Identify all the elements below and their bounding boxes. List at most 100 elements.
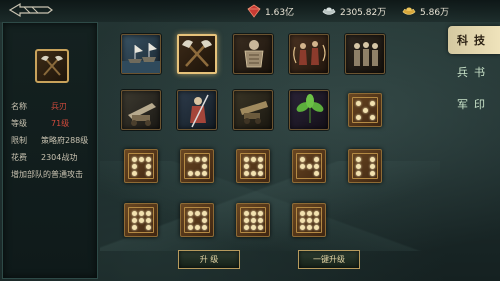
tech-locked-2[interactable] bbox=[124, 149, 158, 183]
pattern-dot bbox=[202, 171, 207, 176]
pattern-dot bbox=[258, 164, 263, 169]
tech-herb[interactable] bbox=[289, 90, 329, 130]
gold-ingot-icon bbox=[402, 4, 416, 18]
pattern-dot bbox=[307, 164, 312, 169]
pattern-dot bbox=[258, 211, 263, 216]
pattern-dot bbox=[258, 218, 263, 223]
pattern-dot bbox=[251, 225, 256, 230]
upgrade-button[interactable]: 升 级 bbox=[178, 250, 240, 269]
pattern-dot bbox=[356, 171, 361, 176]
pattern-dot bbox=[146, 171, 151, 176]
tech-locked-8[interactable] bbox=[180, 203, 214, 237]
tech-cannon[interactable] bbox=[233, 90, 273, 130]
tech-locked-4[interactable] bbox=[236, 149, 270, 183]
pattern-dot bbox=[300, 157, 305, 162]
pattern-dot bbox=[300, 218, 305, 223]
pattern-dot bbox=[132, 218, 137, 223]
tech-locked-5[interactable] bbox=[292, 149, 326, 183]
pattern-dot bbox=[356, 115, 361, 120]
warrior-icon bbox=[190, 94, 209, 128]
tech-armor[interactable] bbox=[233, 34, 273, 74]
pattern-dot bbox=[251, 171, 256, 176]
level-value: 71级 bbox=[51, 119, 70, 128]
pattern-dot bbox=[188, 164, 193, 169]
pattern-dot bbox=[132, 157, 137, 162]
crossed-axes-icon bbox=[41, 55, 63, 76]
tab-tech[interactable]: 科技 bbox=[448, 26, 500, 54]
pattern-dot bbox=[363, 157, 368, 162]
pattern-dot bbox=[139, 171, 144, 176]
tech-fleet[interactable] bbox=[121, 34, 161, 74]
lock-pattern-icon bbox=[244, 157, 263, 176]
pattern-dot bbox=[188, 157, 193, 162]
tech-locked-7[interactable] bbox=[124, 203, 158, 237]
pattern-dot bbox=[314, 225, 319, 230]
ballista-icon bbox=[128, 103, 156, 126]
tech-axes[interactable] bbox=[177, 34, 217, 74]
lock-pattern-icon bbox=[132, 211, 151, 230]
tech-locked-10[interactable] bbox=[292, 203, 326, 237]
pattern-dot bbox=[314, 211, 319, 216]
pattern-dot bbox=[202, 157, 207, 162]
silver-ingot-icon bbox=[322, 4, 336, 18]
pattern-dot bbox=[244, 164, 249, 169]
pattern-dot bbox=[132, 211, 137, 216]
armor-icon bbox=[244, 40, 264, 68]
ruby-amount: 1.63亿 bbox=[265, 7, 295, 18]
tech-locked-9[interactable] bbox=[236, 203, 270, 237]
pattern-dot bbox=[258, 225, 263, 230]
lock-pattern-icon bbox=[132, 157, 151, 176]
pattern-dot bbox=[195, 218, 200, 223]
pattern-dot bbox=[195, 171, 200, 176]
herb-icon bbox=[296, 94, 324, 123]
tech-locked-6[interactable] bbox=[348, 149, 382, 183]
resource-gold: 5.86万 bbox=[402, 4, 449, 18]
pattern-dot bbox=[307, 218, 312, 223]
tech-soldiers[interactable] bbox=[345, 34, 385, 74]
pattern-dot bbox=[356, 157, 361, 162]
pattern-dot bbox=[188, 211, 193, 216]
pattern-dot bbox=[202, 218, 207, 223]
pattern-dot bbox=[139, 164, 144, 169]
tech-locked-3[interactable] bbox=[180, 149, 214, 183]
tech-detail-panel: 名称 兵刃 等级 71级 限制 策略府288级 花费 2304战功 增加部队的普… bbox=[2, 22, 98, 279]
pattern-dot bbox=[307, 211, 312, 216]
pattern-dot bbox=[188, 171, 193, 176]
tab-military-books[interactable]: 兵书 bbox=[448, 58, 500, 86]
pattern-dot bbox=[251, 218, 256, 223]
top-bar: 1.63亿 2305.82万 5.86万 bbox=[0, 0, 500, 22]
limit-value: 策略府288级 bbox=[41, 136, 89, 145]
back-arrow-icon[interactable] bbox=[8, 2, 54, 18]
pattern-dot bbox=[139, 225, 144, 230]
pattern-dot bbox=[251, 157, 256, 162]
one-click-upgrade-button[interactable]: 一键升级 bbox=[298, 250, 360, 269]
soldiers-icon bbox=[354, 42, 378, 66]
pattern-dot bbox=[363, 164, 368, 169]
pattern-dot bbox=[363, 115, 368, 120]
tab-military-seals[interactable]: 军印 bbox=[448, 90, 500, 118]
tech-locked-1[interactable] bbox=[348, 93, 382, 127]
pattern-dot bbox=[258, 171, 263, 176]
tech-warrior[interactable] bbox=[177, 90, 217, 130]
lock-pattern-icon bbox=[188, 157, 207, 176]
pattern-dot bbox=[300, 225, 305, 230]
tech-ballista[interactable] bbox=[121, 90, 161, 130]
info-level-row: 等级 71级 bbox=[11, 118, 69, 129]
cost-value: 2304战功 bbox=[41, 153, 78, 162]
pattern-dot bbox=[188, 225, 193, 230]
pattern-dot bbox=[146, 157, 151, 162]
pattern-dot bbox=[146, 164, 151, 169]
pattern-dot bbox=[139, 218, 144, 223]
pattern-dot bbox=[188, 218, 193, 223]
silver-amount: 2305.82万 bbox=[340, 7, 387, 18]
lock-pattern-icon bbox=[188, 211, 207, 230]
tech-archers[interactable] bbox=[289, 34, 329, 74]
pattern-dot bbox=[251, 211, 256, 216]
pattern-dot bbox=[300, 211, 305, 216]
cost-label: 花费 bbox=[11, 153, 27, 162]
pattern-dot bbox=[363, 101, 368, 106]
pattern-dot bbox=[370, 115, 375, 120]
pattern-dot bbox=[356, 164, 361, 169]
info-name-row: 名称 兵刃 bbox=[11, 101, 67, 112]
pattern-dot bbox=[314, 171, 319, 176]
